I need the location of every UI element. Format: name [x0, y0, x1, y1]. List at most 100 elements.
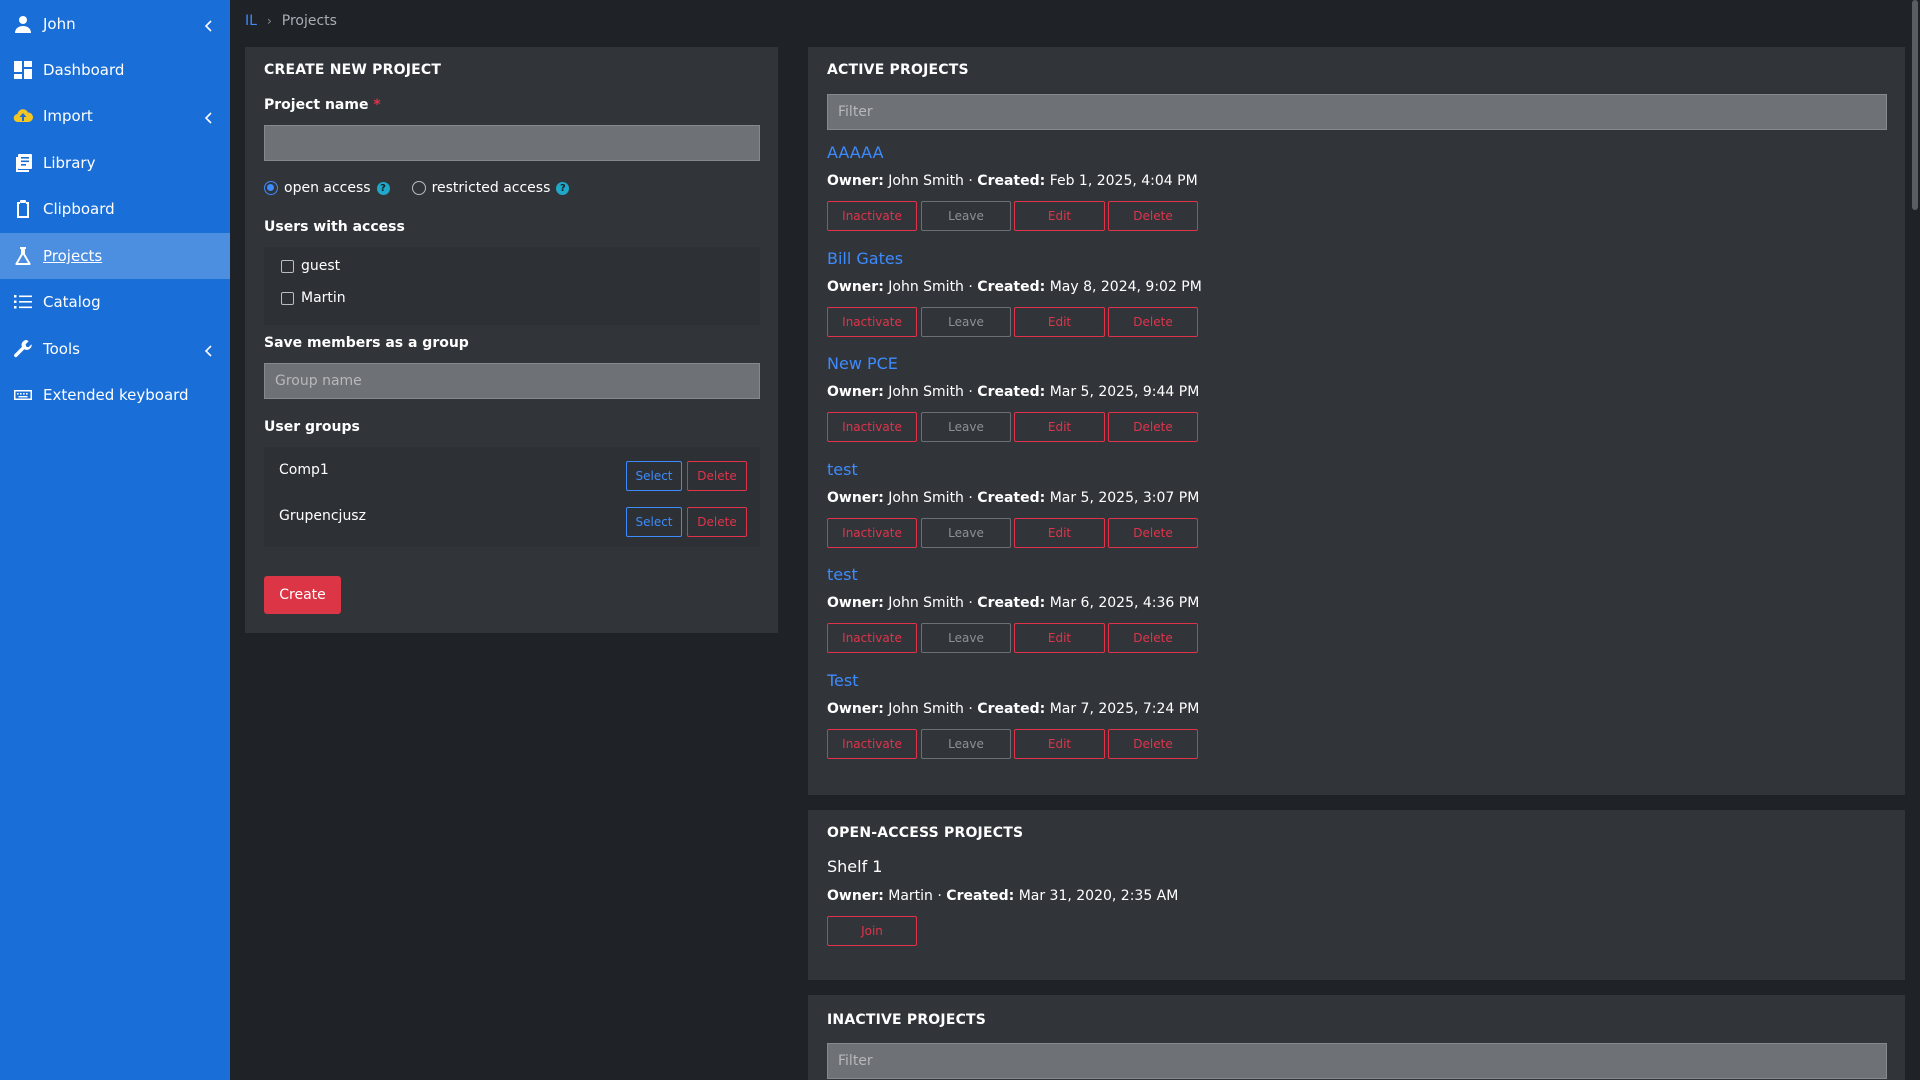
leave-button[interactable]: Leave: [921, 728, 1011, 759]
keyboard-icon: [13, 385, 33, 405]
page-scrollbar[interactable]: [1912, 0, 1918, 210]
panel-title: ACTIVE PROJECTS: [827, 62, 969, 78]
edit-button[interactable]: Edit: [1014, 201, 1105, 231]
select-group-button[interactable]: Select: [626, 461, 682, 491]
sidebar-item-dashboard[interactable]: Dashboard: [0, 47, 230, 93]
sidebar-item-extended-keyboard[interactable]: Extended keyboard: [0, 372, 230, 418]
sidebar-item-label: Projects: [43, 247, 103, 265]
inactivate-button[interactable]: Inactivate: [827, 412, 917, 442]
open-access-radio[interactable]: [264, 181, 278, 195]
breadcrumb: IL › Projects: [245, 13, 337, 29]
save-group-label: Save members as a group: [264, 335, 469, 351]
inactive-filter-input[interactable]: [827, 1043, 1887, 1079]
breadcrumb-current: Projects: [281, 13, 337, 29]
create-button[interactable]: Create: [264, 576, 341, 614]
user-icon: [13, 14, 33, 34]
help-icon[interactable]: ?: [556, 181, 570, 195]
leave-button[interactable]: Leave: [921, 306, 1011, 337]
sidebar-item-label: Dashboard: [43, 61, 125, 79]
list-icon: [13, 292, 33, 312]
clipboard-icon: [13, 199, 33, 219]
select-group-button[interactable]: Select: [626, 507, 682, 537]
delete-button[interactable]: Delete: [1108, 728, 1198, 759]
sidebar-item-label: Extended keyboard: [43, 386, 189, 404]
delete-button[interactable]: Delete: [1108, 517, 1198, 548]
access-options: open access ? restricted access ?: [264, 180, 591, 196]
sidebar-item-label: Library: [43, 154, 96, 172]
sidebar-item-library[interactable]: Library: [0, 140, 230, 186]
group-name-input[interactable]: [264, 363, 760, 399]
leave-button[interactable]: Leave: [921, 412, 1011, 442]
restricted-access-radio[interactable]: [411, 181, 426, 195]
edit-button[interactable]: Edit: [1014, 728, 1105, 759]
users-with-access-label: Users with access: [264, 219, 405, 235]
join-button[interactable]: Join: [827, 916, 917, 946]
project-name-link[interactable]: test: [827, 460, 858, 479]
edit-button[interactable]: Edit: [1014, 306, 1105, 337]
wrench-icon: [13, 339, 33, 359]
open-access-label: open access: [284, 180, 371, 196]
project-name-link[interactable]: test: [827, 565, 858, 584]
project-name-link[interactable]: Test: [827, 671, 859, 690]
sidebar-item-label: Tools: [43, 340, 80, 358]
user-groups-list: Comp1 Select Delete Grupencjusz Select D…: [264, 447, 760, 547]
chevron-left-icon: [204, 110, 214, 124]
inactive-projects-panel: INACTIVE PROJECTS: [808, 995, 1905, 1080]
sidebar-item-catalog[interactable]: Catalog: [0, 279, 230, 325]
project-name: Shelf 1: [827, 857, 883, 876]
project-name-link[interactable]: AAAAA: [827, 143, 884, 162]
delete-group-button[interactable]: Delete: [687, 461, 747, 491]
project-meta: Owner: John Smith · Created: Feb 1, 2025…: [827, 173, 1198, 189]
delete-group-button[interactable]: Delete: [687, 507, 747, 537]
delete-button[interactable]: Delete: [1108, 201, 1198, 231]
leave-button[interactable]: Leave: [921, 517, 1011, 548]
help-icon[interactable]: ?: [376, 181, 390, 195]
group-name: Comp1: [279, 462, 329, 478]
user-label: guest: [301, 258, 341, 274]
user-label: Martin: [301, 290, 346, 306]
edit-button[interactable]: Edit: [1014, 412, 1105, 442]
sidebar-item-label: John: [43, 15, 76, 33]
user-groups-label: User groups: [264, 419, 360, 435]
sidebar-item-clipboard[interactable]: Clipboard: [0, 186, 230, 232]
user-checkbox[interactable]: [281, 259, 294, 273]
create-project-panel: CREATE NEW PROJECT Project name * open a…: [245, 47, 778, 633]
inactivate-button[interactable]: Inactivate: [827, 306, 917, 337]
project-meta: Owner: Martin · Created: Mar 31, 2020, 2…: [827, 888, 1179, 904]
dashboard-icon: [13, 60, 33, 80]
inactivate-button[interactable]: Inactivate: [827, 201, 917, 231]
project-name-link[interactable]: Bill Gates: [827, 249, 903, 268]
panel-title: INACTIVE PROJECTS: [827, 1012, 987, 1028]
restricted-access-label: restricted access: [431, 180, 551, 196]
sidebar-item-import[interactable]: Import: [0, 93, 230, 139]
project-meta: Owner: John Smith · Created: Mar 5, 2025…: [827, 489, 1200, 506]
panel-title: OPEN-ACCESS PROJECTS: [827, 825, 1024, 841]
group-name: Grupencjusz: [279, 508, 366, 524]
inactivate-button[interactable]: Inactivate: [827, 728, 917, 759]
open-access-projects-panel: OPEN-ACCESS PROJECTS Shelf 1 Owner: Mart…: [808, 810, 1905, 980]
active-filter-input[interactable]: [827, 94, 1887, 130]
project-name-label: Project name *: [264, 97, 381, 113]
delete-button[interactable]: Delete: [1108, 623, 1198, 653]
edit-button[interactable]: Edit: [1014, 517, 1105, 548]
delete-button[interactable]: Delete: [1108, 412, 1198, 442]
inactivate-button[interactable]: Inactivate: [827, 517, 917, 548]
leave-button[interactable]: Leave: [921, 201, 1011, 231]
user-checkbox-row[interactable]: Martin: [281, 290, 346, 306]
edit-button[interactable]: Edit: [1014, 623, 1105, 653]
inactivate-button[interactable]: Inactivate: [827, 623, 917, 653]
active-projects-panel: ACTIVE PROJECTS AAAAA Owner: John Smith ·…: [808, 47, 1905, 795]
sidebar-item-tools[interactable]: Tools: [0, 326, 230, 372]
project-name-input[interactable]: [264, 125, 760, 161]
delete-button[interactable]: Delete: [1108, 306, 1198, 337]
sidebar-item-projects[interactable]: Projects: [0, 233, 230, 279]
sidebar-item-user[interactable]: John: [0, 1, 230, 47]
project-name-link[interactable]: New PCE: [827, 354, 898, 373]
user-checkbox-row[interactable]: guest: [281, 258, 340, 274]
required-mark: *: [373, 97, 381, 113]
breadcrumb-root-link[interactable]: IL: [245, 13, 257, 29]
sidebar-item-label: Clipboard: [43, 200, 115, 218]
user-checkbox[interactable]: [281, 291, 294, 305]
leave-button[interactable]: Leave: [921, 623, 1011, 653]
chevron-right-icon: ›: [266, 14, 272, 28]
